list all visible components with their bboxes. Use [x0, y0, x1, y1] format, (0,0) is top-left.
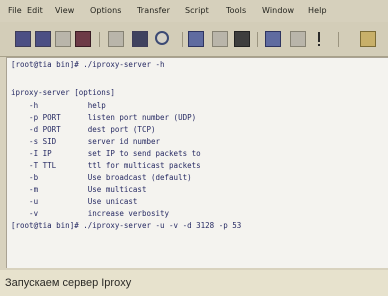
- disconnect-icon[interactable]: [234, 31, 250, 47]
- menu-bar: File Edit View Options Transfer Script T…: [0, 0, 388, 23]
- terminal-line: -T TTL ttl for multicast packets: [11, 161, 201, 170]
- terminal-line: -I IP set IP to send packets to: [11, 149, 201, 158]
- paste-icon[interactable]: [132, 31, 148, 47]
- settings-icon[interactable]: [188, 31, 204, 47]
- terminal-line: -b Use broadcast (default): [11, 173, 192, 182]
- menu-file[interactable]: File: [8, 6, 22, 15]
- menu-help[interactable]: Help: [308, 6, 327, 15]
- terminal-line: iproxy-server [options]: [11, 88, 115, 97]
- terminal-line: -u Use unicast: [11, 197, 138, 206]
- menu-transfer[interactable]: Transfer: [137, 6, 170, 15]
- terminal-output[interactable]: [root@tia bin]# ./iproxy-server -h iprox…: [6, 57, 388, 268]
- toolbar: [0, 22, 388, 57]
- keymap-icon[interactable]: [212, 31, 228, 47]
- menu-script[interactable]: Script: [185, 6, 209, 15]
- terminal-line: [root@tia bin]# ./iproxy-server -h: [11, 60, 165, 69]
- terminal-line: -s SID server id number: [11, 137, 161, 146]
- menu-window[interactable]: Window: [262, 6, 294, 15]
- terminal-line: -d PORT dest port (TCP): [11, 125, 156, 134]
- sftp-icon[interactable]: [290, 31, 306, 47]
- menu-options[interactable]: Options: [90, 6, 122, 15]
- terminal-line: [root@tia bin]# ./iproxy-server -u -v -d…: [11, 221, 242, 230]
- extra-icon[interactable]: [360, 31, 376, 47]
- terminal-line: -p PORT listen port number (UDP): [11, 113, 197, 122]
- toolbar-separator: [99, 32, 100, 47]
- copy-icon[interactable]: [108, 31, 124, 47]
- terminal-line: -v increase verbosity: [11, 209, 170, 218]
- menu-view[interactable]: View: [55, 6, 74, 15]
- terminal-line: -h help: [11, 101, 106, 110]
- find-icon[interactable]: [155, 31, 169, 45]
- open-icon[interactable]: [35, 31, 51, 47]
- caption-bar: Запускаем сервер Iproxy: [0, 270, 388, 296]
- new-icon[interactable]: [15, 31, 31, 47]
- toolbar-separator: [338, 32, 339, 47]
- session-icon[interactable]: [265, 31, 281, 47]
- help-icon[interactable]: [316, 31, 322, 47]
- menu-tools[interactable]: Tools: [226, 6, 246, 15]
- toolbar-separator: [257, 32, 258, 47]
- figure-caption: Запускаем сервер Iproxy: [5, 277, 132, 289]
- toolbar-separator: [182, 32, 183, 47]
- save-icon[interactable]: [55, 31, 71, 47]
- menu-edit[interactable]: Edit: [27, 6, 43, 15]
- terminal-window: File Edit View Options Transfer Script T…: [0, 0, 388, 270]
- print-icon[interactable]: [75, 31, 91, 47]
- terminal-line: -m Use multicast: [11, 185, 147, 194]
